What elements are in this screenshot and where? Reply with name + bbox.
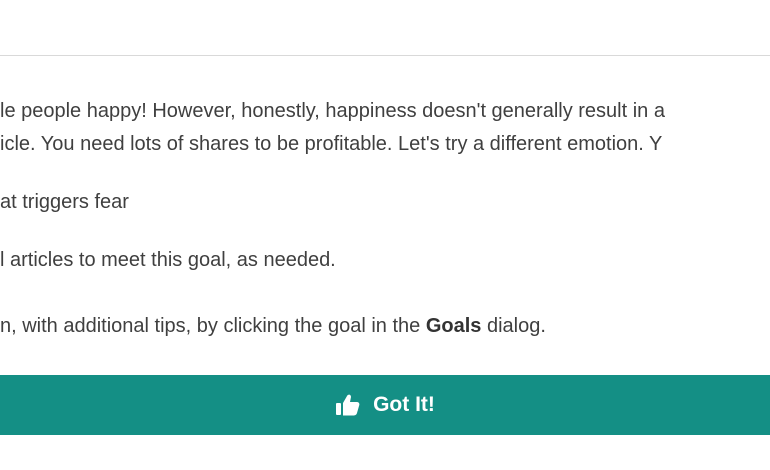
got-it-button[interactable]: Got It! xyxy=(0,375,770,435)
top-divider xyxy=(0,55,770,56)
got-it-label: Got It! xyxy=(373,393,435,416)
message-line-2: icle. You need lots of shares to be prof… xyxy=(0,133,663,155)
goals-word: Goals xyxy=(425,315,482,337)
message-line-5-after: dialog. xyxy=(481,315,546,337)
message-line-1: le people happy! However, honestly, happ… xyxy=(0,100,665,122)
dialog-panel: le people happy! However, honestly, happ… xyxy=(0,0,770,470)
thumbs-up-icon xyxy=(336,394,360,416)
message-line-4: l articles to meet this goal, as needed. xyxy=(0,249,336,271)
message-line-3: at triggers fear xyxy=(0,191,129,213)
message-line-5: n, with additional tips, by clicking the… xyxy=(0,313,546,339)
message-line-5-before: n, with additional tips, by clicking the… xyxy=(0,315,426,337)
